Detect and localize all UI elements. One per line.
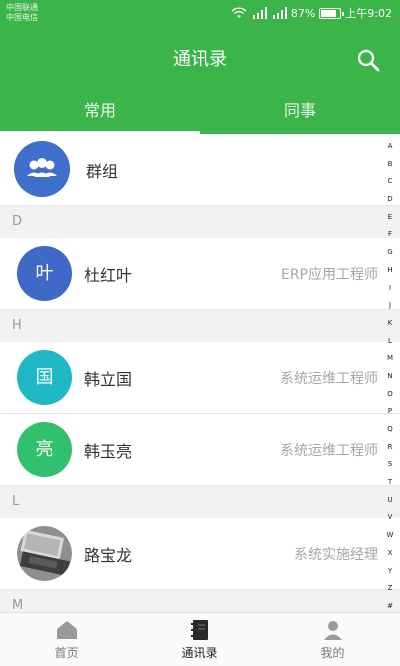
index-letter[interactable]: M	[387, 354, 393, 362]
signal-1-icon	[252, 7, 267, 19]
status-bar: 中国联通 中国电信 87% 上午9:02	[0, 0, 400, 26]
battery-icon	[319, 7, 345, 19]
index-letter[interactable]: X	[388, 549, 393, 557]
nav-mine[interactable]: 我的	[266, 613, 399, 666]
index-letter[interactable]: B	[388, 160, 393, 168]
contact-row[interactable]: 国 韩立国 系统运维工程师	[0, 342, 400, 414]
app-header: 中国联通 中国电信 87% 上午9:02 通讯录 常用 同事	[0, 0, 400, 134]
index-letter[interactable]: D	[387, 195, 392, 203]
nav-contacts[interactable]: 通讯录	[133, 613, 266, 666]
alphabet-index-bar[interactable]: A B C D E F G H I J K L M N O P Q R S T U V W X Y Z #	[383, 142, 397, 610]
section-header-l: L	[0, 486, 400, 518]
contact-role: 系统运维工程师	[280, 371, 378, 387]
bottom-navigation: 首页 通讯录 我的	[0, 612, 400, 666]
clock: 上午9:02	[345, 7, 392, 20]
index-letter[interactable]: V	[388, 513, 393, 521]
index-letter[interactable]: C	[388, 177, 393, 185]
index-letter[interactable]: #	[387, 602, 393, 610]
carrier-1: 中国联通	[6, 3, 38, 12]
contact-role: 系统运维工程师	[280, 443, 378, 459]
search-icon[interactable]	[356, 48, 380, 72]
contact-row[interactable]: 亮 韩玉亮 系统运维工程师	[0, 414, 400, 486]
contact-name: 杜红叶	[84, 266, 133, 285]
index-letter[interactable]: W	[387, 531, 394, 539]
index-letter[interactable]: O	[387, 390, 393, 398]
contact-role: 系统实施经理	[294, 547, 378, 563]
index-letter[interactable]: P	[388, 407, 392, 415]
page-title: 通讯录	[173, 49, 227, 70]
nav-home-label: 首页	[54, 646, 79, 660]
tab-frequent[interactable]: 常用	[0, 90, 200, 134]
contact-role: ERP应用工程师	[280, 267, 378, 283]
index-letter[interactable]: G	[387, 248, 392, 256]
section-header-m: M	[0, 590, 400, 612]
contact-name: 韩立国	[84, 370, 133, 389]
index-letter[interactable]: N	[387, 372, 392, 380]
index-letter[interactable]: Q	[387, 425, 393, 433]
group-row[interactable]: 群组	[0, 134, 400, 206]
contact-name: 路宝龙	[84, 546, 133, 565]
signal-2-icon	[272, 7, 287, 19]
nav-mine-label: 我的	[320, 646, 345, 660]
index-letter[interactable]: T	[388, 478, 392, 486]
contact-row[interactable]: 路宝龙 系统实施经理	[0, 518, 400, 590]
index-letter[interactable]: H	[387, 266, 392, 274]
index-letter[interactable]: S	[388, 460, 392, 468]
avatar: 亮	[17, 422, 72, 477]
tab-bar: 常用 同事	[0, 90, 400, 134]
avatar: 叶	[17, 246, 72, 301]
battery-percent: 87%	[290, 6, 316, 20]
contact-row[interactable]: 叶 杜红叶 ERP应用工程师	[0, 238, 400, 310]
index-letter[interactable]: F	[388, 230, 392, 238]
address-book-icon	[190, 620, 208, 640]
index-letter[interactable]: U	[387, 496, 392, 504]
index-letter[interactable]: I	[389, 284, 391, 292]
tab-colleagues[interactable]: 同事	[200, 90, 400, 134]
home-icon	[56, 621, 77, 639]
contact-name: 韩玉亮	[84, 442, 133, 461]
avatar: 国	[17, 350, 72, 405]
nav-home[interactable]: 首页	[0, 613, 133, 666]
section-header-d: D	[0, 206, 400, 238]
index-letter[interactable]: K	[388, 319, 393, 327]
index-letter[interactable]: Y	[388, 567, 392, 575]
carrier-2: 中国电信	[6, 13, 38, 22]
battery-level	[321, 9, 337, 17]
nav-contacts-label: 通讯录	[181, 646, 218, 660]
index-letter[interactable]: E	[388, 213, 392, 221]
index-letter[interactable]: R	[388, 443, 393, 451]
index-letter[interactable]: A	[388, 142, 393, 150]
group-label: 群组	[86, 162, 119, 181]
index-letter[interactable]: J	[389, 301, 391, 309]
status-indicators: 87% 上午9:02	[231, 5, 392, 21]
person-icon	[323, 621, 342, 640]
carrier-info: 中国联通 中国电信	[6, 3, 38, 23]
wifi-icon	[231, 7, 247, 18]
section-header-h: H	[0, 310, 400, 342]
contact-list[interactable]: 群组 D 叶 杜红叶 ERP应用工程师 H 国 韩立国 系统运维工程师 亮 韩玉…	[0, 134, 400, 612]
group-icon	[14, 141, 70, 197]
index-letter[interactable]: Z	[388, 584, 393, 592]
index-letter[interactable]: L	[388, 337, 392, 345]
laptop-photo-avatar	[17, 526, 72, 581]
